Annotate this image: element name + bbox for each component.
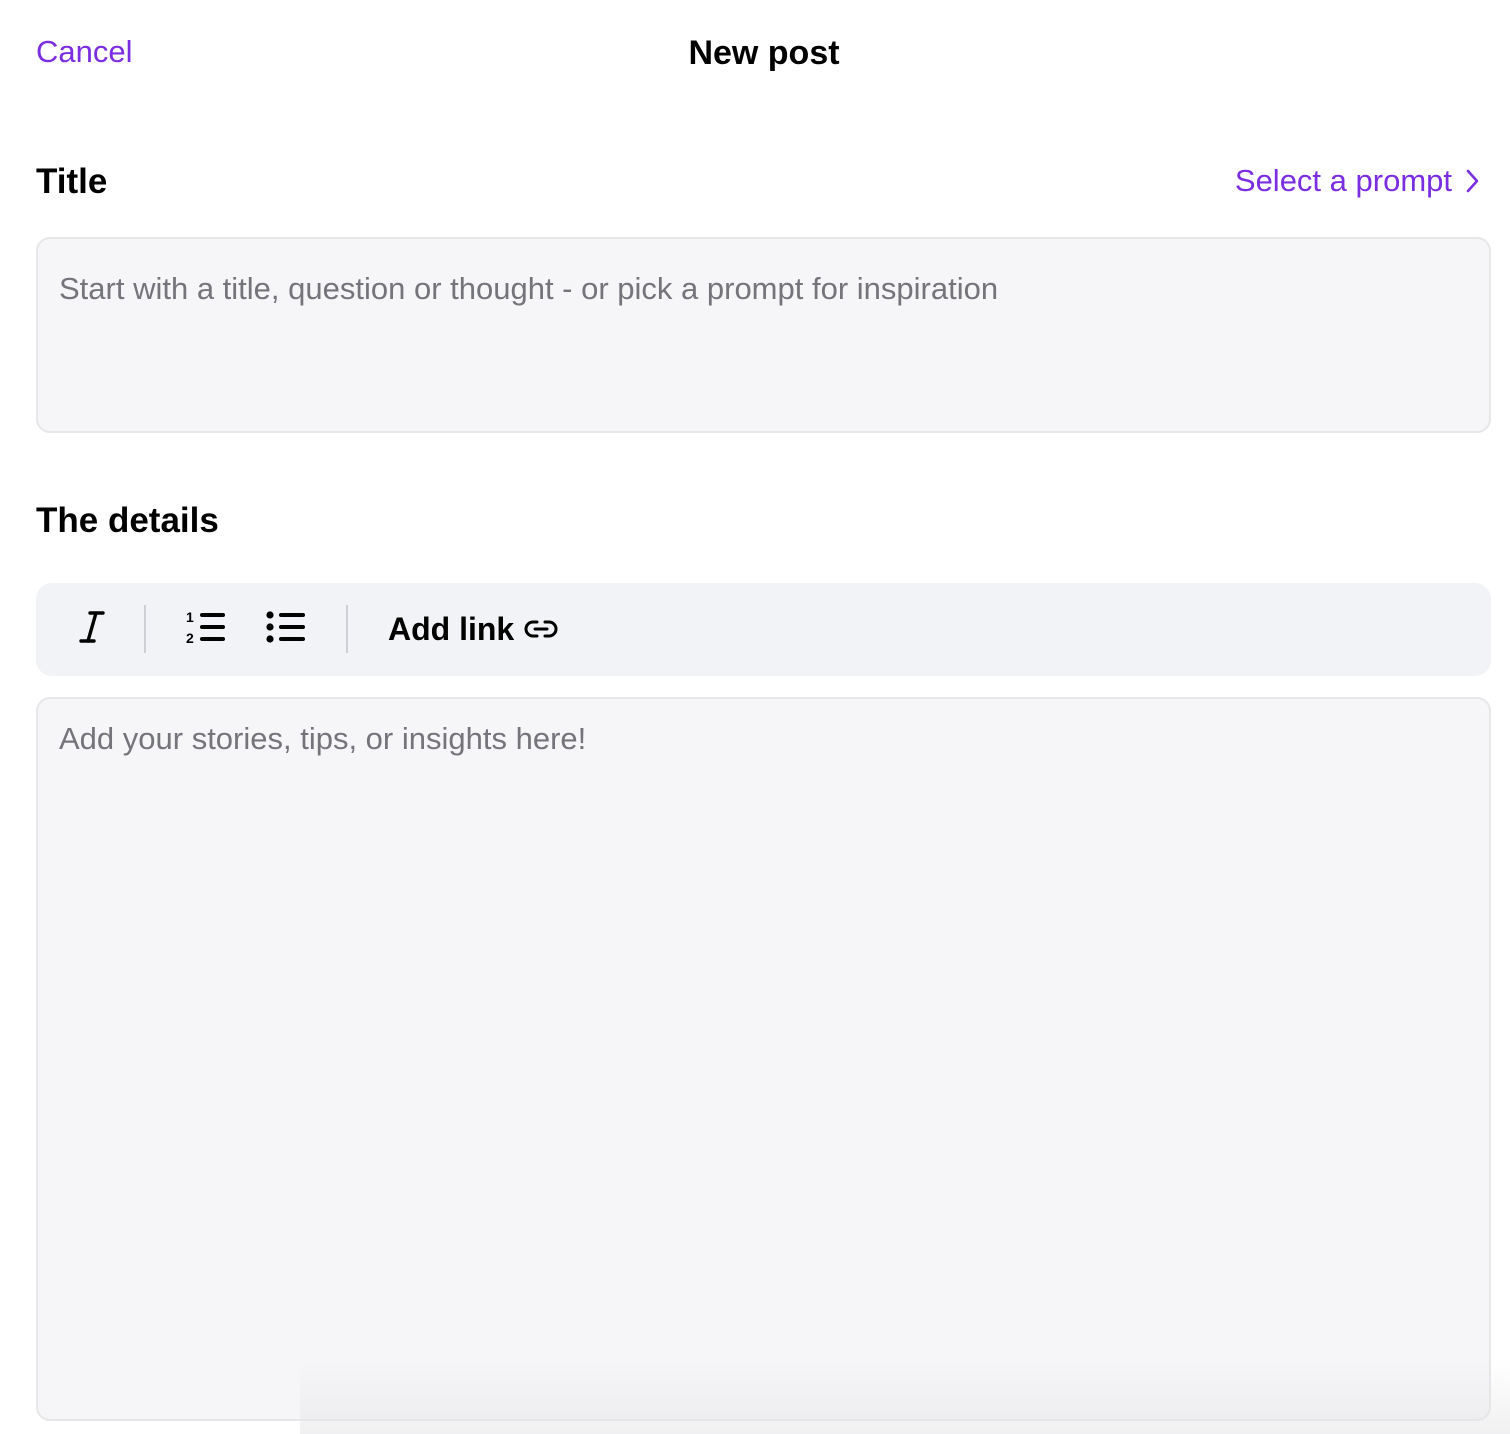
toolbar-divider xyxy=(144,605,146,653)
select-prompt-link[interactable]: Select a prompt xyxy=(1235,161,1480,201)
numbered-list-button[interactable]: 1 2 xyxy=(184,583,228,676)
bulleted-list-icon xyxy=(266,610,306,649)
page-title: New post xyxy=(688,34,840,72)
details-input[interactable] xyxy=(36,697,1491,1421)
new-post-page: Cancel New post Title Select a prompt Th… xyxy=(0,0,1510,1434)
title-input[interactable] xyxy=(36,237,1491,433)
add-link-button[interactable]: Add link xyxy=(388,583,558,676)
formatting-toolbar: 1 2 Add link xyxy=(36,583,1491,676)
details-section-label: The details xyxy=(36,501,219,540)
toolbar-divider xyxy=(346,605,348,653)
header-bar: Cancel New post xyxy=(0,0,1510,106)
svg-text:1: 1 xyxy=(186,609,194,625)
chevron-right-icon xyxy=(1466,169,1480,193)
italic-icon xyxy=(77,609,107,650)
bulleted-list-button[interactable] xyxy=(264,583,308,676)
svg-text:2: 2 xyxy=(186,630,194,645)
link-icon xyxy=(524,611,558,648)
add-link-label: Add link xyxy=(388,611,515,647)
select-prompt-label: Select a prompt xyxy=(1234,163,1452,198)
italic-button[interactable] xyxy=(66,583,118,676)
numbered-list-icon: 1 2 xyxy=(186,609,226,650)
title-section-label: Title xyxy=(36,162,108,201)
